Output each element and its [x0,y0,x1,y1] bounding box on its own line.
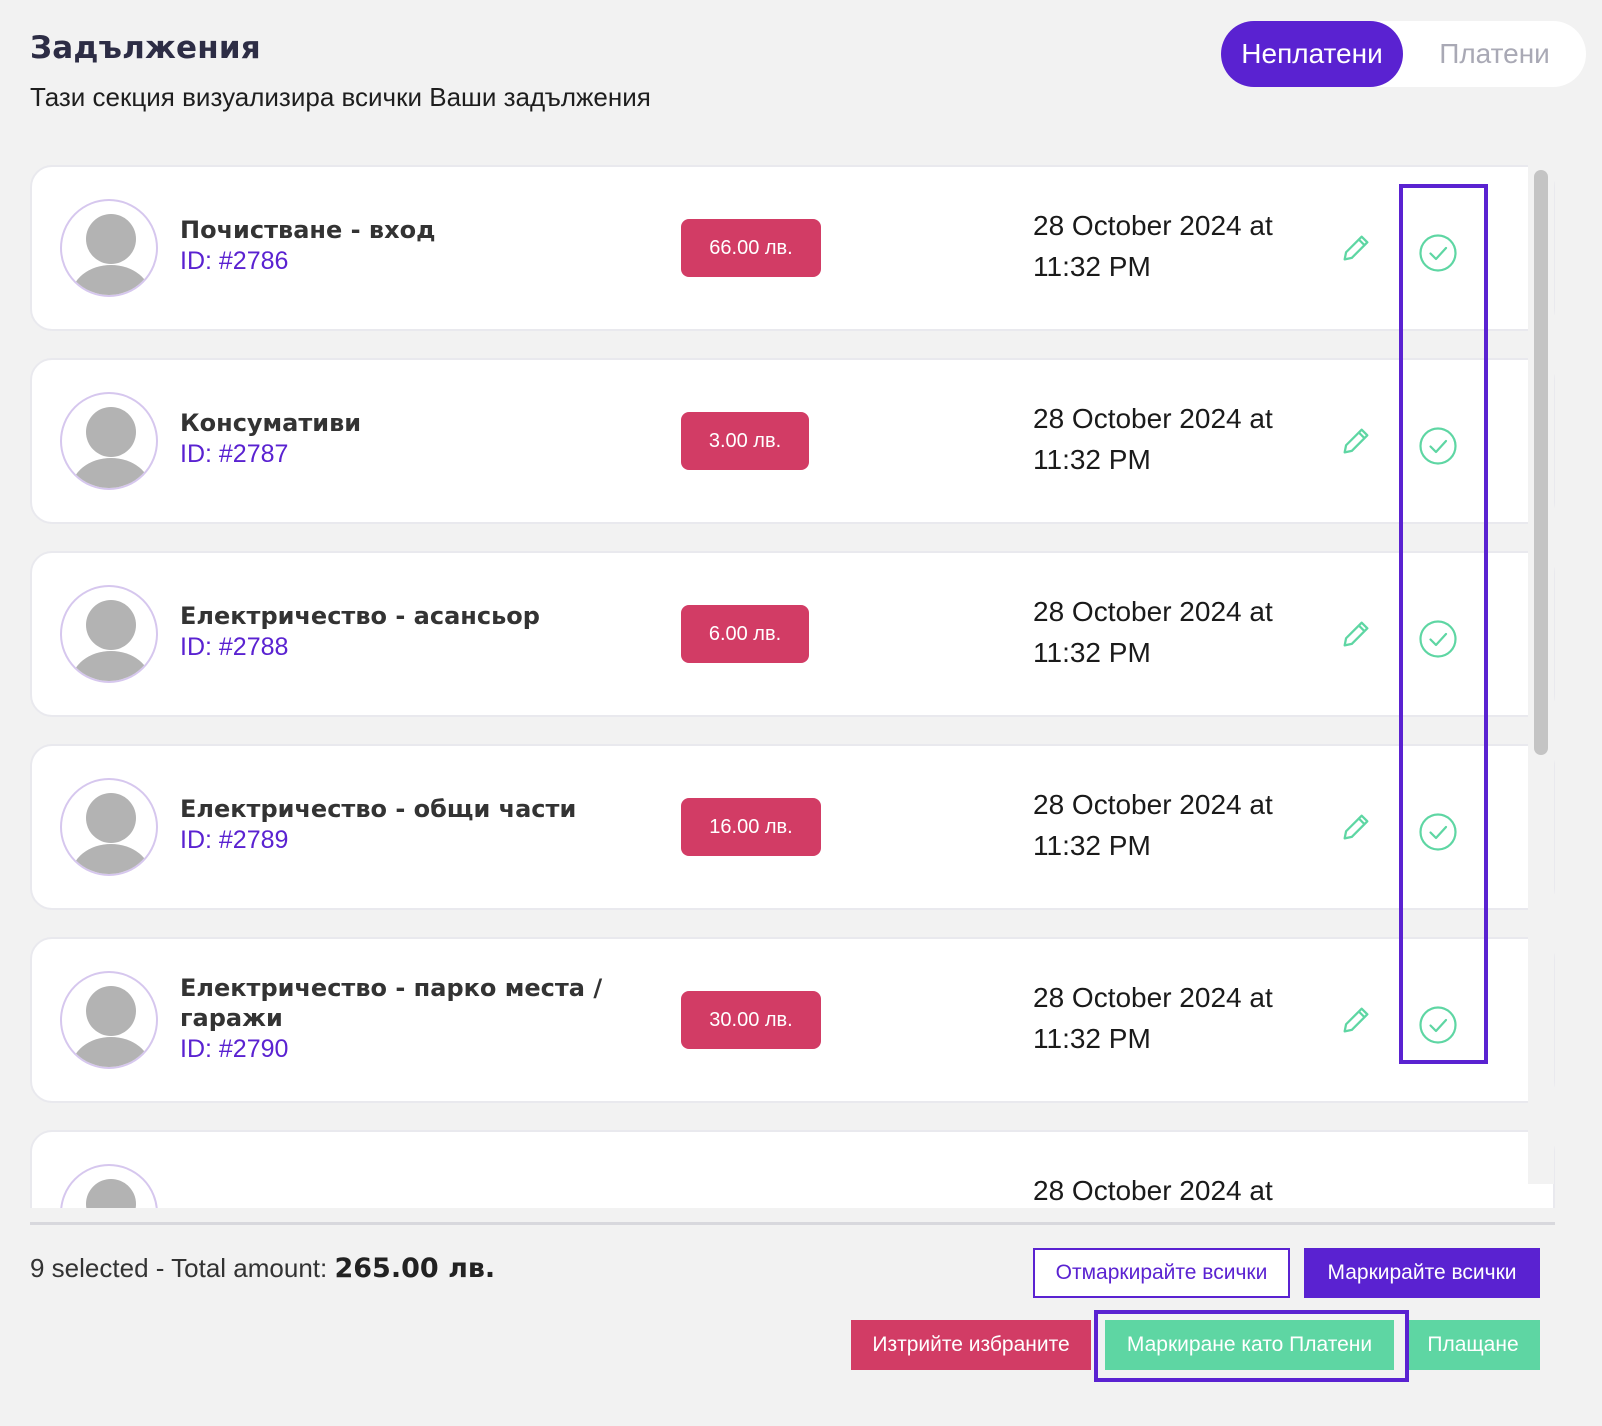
debts-list[interactable]: Почистване - вход ID: #2786 66.00 лв. 28… [0,160,1560,1208]
user-avatar-icon [60,199,158,297]
debt-name: Консумативи [180,409,362,437]
debt-card: Електричество - парко места / гаражи ID:… [30,937,1555,1103]
selection-summary: 9 selected - Total amount: 265.00 лв. [30,1253,495,1284]
mark-as-paid-highlight [1094,1310,1409,1382]
debt-card: Електричество - асансьор ID: #2788 6.00 … [30,551,1555,717]
tab-paid[interactable]: Платени [1403,21,1586,87]
debt-date-line1: 28 October 2024 at [1033,1175,1273,1206]
debt-date-line2: 11:32 PM [1033,1023,1151,1054]
debt-id: ID: #2787 [180,440,289,468]
unmark-all-button[interactable]: Отмаркирайте всички [1033,1248,1290,1298]
debt-card: Консумативи ID: #2787 3.00 лв. 28 Octobe… [30,358,1555,524]
user-avatar-icon [60,778,158,876]
divider [30,1222,1555,1225]
page-subtitle: Тази секция визуализира всички Ваши задъ… [30,82,651,112]
amount-badge: 16.00 лв. [681,798,821,856]
debt-date-line1: 28 October 2024 at [1033,982,1273,1013]
mark-all-button[interactable]: Маркирайте всички [1304,1248,1540,1298]
page-title: Задължения [30,30,261,66]
total-amount: 265.00 лв. [334,1253,496,1284]
debt-date-line2: 11:32 PM [1033,251,1151,282]
debt-card: Почистване - вход ID: #2786 66.00 лв. 28… [30,165,1555,331]
debt-date: 28 October 2024 at [1033,1170,1273,1208]
amount-badge: 66.00 лв. [681,219,821,277]
debt-card: 28 October 2024 at [30,1130,1555,1208]
debt-name: Електричество - общи части [180,795,577,823]
check-column-highlight [1399,184,1488,1064]
debt-date: 28 October 2024 at 11:32 PM [1033,977,1273,1059]
debt-name: Електричество - асансьор [180,602,540,630]
pencil-icon[interactable] [1339,617,1373,651]
debt-date-line2: 11:32 PM [1033,444,1151,475]
debt-date: 28 October 2024 at 11:32 PM [1033,398,1273,480]
debt-date-line1: 28 October 2024 at [1033,596,1273,627]
debt-date-line2: 11:32 PM [1033,637,1151,668]
user-avatar-icon [60,1164,158,1208]
pencil-icon[interactable] [1339,424,1373,458]
pencil-icon[interactable] [1339,231,1373,265]
debt-card: Електричество - общи части ID: #2789 16.… [30,744,1555,910]
debt-id: ID: #2790 [180,1035,289,1063]
debt-date-line1: 28 October 2024 at [1033,403,1273,434]
debt-date-line1: 28 October 2024 at [1033,789,1273,820]
debt-id: ID: #2786 [180,247,289,275]
user-avatar-icon [60,585,158,683]
amount-badge: 6.00 лв. [681,605,809,663]
amount-badge: 3.00 лв. [681,412,809,470]
debt-date-line1: 28 October 2024 at [1033,210,1273,241]
amount-badge: 30.00 лв. [681,991,821,1049]
debt-name: Почистване - вход [180,216,436,244]
debt-date: 28 October 2024 at 11:32 PM [1033,205,1273,287]
pencil-icon[interactable] [1339,1003,1373,1037]
debt-date: 28 October 2024 at 11:32 PM [1033,784,1273,866]
selected-count-text: 9 selected - Total amount: [30,1253,328,1283]
pay-button[interactable]: Плащане [1406,1320,1540,1370]
debt-name: Електричество - парко места / гаражи [180,974,603,1032]
debt-date-line2: 11:32 PM [1033,830,1151,861]
status-toggle: Неплатени Платени [1221,21,1586,87]
scrollbar-thumb[interactable] [1534,170,1548,755]
tab-unpaid[interactable]: Неплатени [1221,21,1403,87]
pencil-icon[interactable] [1339,810,1373,844]
debt-id: ID: #2788 [180,633,289,661]
user-avatar-icon [60,392,158,490]
debt-date: 28 October 2024 at 11:32 PM [1033,591,1273,673]
delete-selected-button[interactable]: Изтрийте избраните [851,1320,1091,1370]
debt-id: ID: #2789 [180,826,289,854]
user-avatar-icon [60,971,158,1069]
